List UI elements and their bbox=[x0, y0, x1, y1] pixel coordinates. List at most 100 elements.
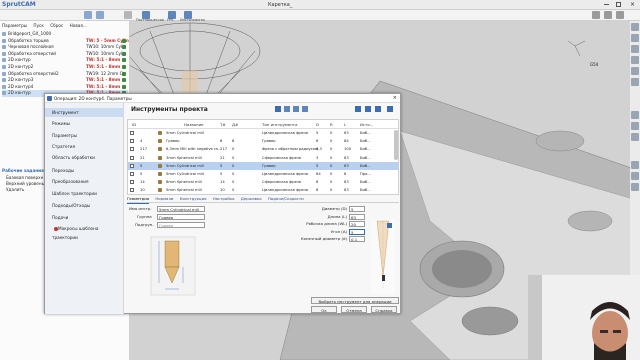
ribbon-dropdown-icon[interactable] bbox=[124, 11, 132, 19]
table-row[interactable]: 5mm Cylindrical mill Цилиндрическая фреза… bbox=[128, 129, 398, 137]
work-item-base[interactable]: Базовая поверхн bbox=[6, 175, 43, 180]
tab-setup[interactable]: Настройка bbox=[213, 195, 235, 203]
col-id[interactable]: ID bbox=[132, 120, 136, 129]
check-icon[interactable] bbox=[122, 38, 126, 43]
sidebar-item[interactable]: Инструмент bbox=[45, 108, 124, 117]
zoom-in-icon[interactable] bbox=[631, 78, 639, 86]
col-name[interactable]: Название bbox=[184, 120, 204, 129]
row-checkbox[interactable] bbox=[130, 147, 134, 152]
sidebar-item[interactable]: Макросы шаблона траектории bbox=[52, 224, 122, 240]
tab-holder[interactable]: Державка bbox=[241, 195, 262, 203]
row-checkbox[interactable] bbox=[130, 131, 134, 135]
table-settings-icon[interactable] bbox=[387, 106, 393, 112]
table-row[interactable]: 14 14 0 8mm Spherical mill Сферическая фреза… bbox=[128, 178, 398, 186]
tree-item[interactable]: Обработка торцев TW: 5 - 5mm Cylin bbox=[2, 38, 129, 45]
shading-icon[interactable] bbox=[631, 111, 639, 119]
tree-item[interactable]: 2D контур4 TW: 5:1 - 8mm bbox=[2, 84, 128, 91]
sidebar-item[interactable]: Переходы bbox=[52, 166, 122, 175]
sidebar-item[interactable]: Область обработки bbox=[52, 153, 122, 162]
close-icon[interactable]: × bbox=[630, 1, 635, 9]
check-icon[interactable] bbox=[122, 58, 126, 63]
view-front-icon[interactable] bbox=[631, 34, 639, 42]
tab-geometry[interactable]: Геометрия bbox=[127, 195, 150, 204]
table-row[interactable]: 5 5 0 5mm Cylindrical mill Гравер 5 0 63 Биб... bbox=[128, 161, 398, 170]
filter-icon[interactable] bbox=[355, 106, 361, 112]
group-select[interactable]: Гравер bbox=[157, 214, 205, 220]
row-checkbox[interactable] bbox=[130, 155, 134, 160]
new-button[interactable]: Новая... bbox=[70, 22, 87, 30]
param-input[interactable]: 0,1 bbox=[349, 236, 365, 242]
param-input[interactable]: 20 bbox=[349, 221, 365, 227]
params-button[interactable]: Параметры bbox=[2, 22, 27, 30]
add-tool-icon[interactable] bbox=[275, 106, 281, 112]
col-radius[interactable]: R bbox=[330, 120, 333, 129]
tab-feeds[interactable]: Подачи/Скорости bbox=[268, 195, 304, 203]
table-scrollbar[interactable] bbox=[394, 130, 398, 160]
check-icon[interactable] bbox=[122, 78, 126, 83]
sidebar-item[interactable]: Подходы/Отходы bbox=[52, 201, 122, 210]
gear-icon[interactable] bbox=[604, 11, 612, 19]
row-checkbox[interactable] bbox=[130, 163, 134, 168]
check-icon[interactable] bbox=[122, 71, 126, 76]
paste-tool-icon[interactable] bbox=[293, 106, 299, 112]
check-icon[interactable] bbox=[122, 45, 126, 50]
copy-tool-icon[interactable] bbox=[284, 106, 290, 112]
row-checkbox[interactable] bbox=[130, 180, 134, 185]
settings-view-icon[interactable] bbox=[631, 183, 639, 191]
sort-icon[interactable] bbox=[365, 106, 371, 112]
ok-button[interactable]: Ок bbox=[311, 306, 337, 313]
sidebar-item[interactable]: Шаблон траектории bbox=[52, 189, 122, 198]
row-checkbox[interactable] bbox=[130, 139, 134, 144]
help-icon[interactable] bbox=[616, 11, 624, 19]
tree-item[interactable]: Bridgeport_GX_1000 bbox=[2, 31, 128, 38]
window-controls[interactable]: × bbox=[600, 1, 638, 9]
subgroup-select[interactable]: Гравер bbox=[157, 222, 205, 228]
dialog-close-button[interactable]: × bbox=[393, 94, 397, 103]
param-input[interactable]: 5 bbox=[349, 228, 365, 235]
col-diameter[interactable]: D bbox=[316, 120, 319, 129]
table-row[interactable]: 5 5 0 5mm Cylindrical mill Цилиндрическая фр… bbox=[128, 170, 398, 178]
table-row[interactable]: 21 21 0 3mm Spherical mill Сферическая фреза… bbox=[128, 154, 398, 162]
col-d[interactable]: Д# bbox=[232, 120, 238, 129]
measure-icon[interactable] bbox=[631, 161, 639, 169]
minimize-icon[interactable] bbox=[604, 4, 609, 5]
tree-item[interactable]: Обработка отверстий TW10: 10mm Cylin bbox=[2, 51, 128, 58]
sidebar-item[interactable]: Стратегия bbox=[52, 142, 122, 151]
maximize-icon[interactable] bbox=[616, 2, 621, 7]
cancel-button[interactable]: Отмена bbox=[341, 306, 367, 313]
param-input[interactable]: 63 bbox=[349, 213, 365, 220]
work-item-delete[interactable]: Удалить bbox=[6, 187, 24, 192]
check-icon[interactable] bbox=[122, 65, 126, 69]
help-button[interactable]: Справка bbox=[371, 306, 397, 313]
preview-toggle-icon[interactable] bbox=[387, 223, 392, 228]
tree-item[interactable]: 2D контур3 TW: 5:1 - 8mm bbox=[2, 77, 128, 84]
ribbon-open-icon[interactable] bbox=[84, 11, 92, 19]
start-button[interactable]: Пуск bbox=[33, 22, 43, 30]
param-input[interactable]: 5 bbox=[349, 206, 365, 212]
col-source[interactable]: Исто... bbox=[360, 120, 373, 129]
tab-construction[interactable]: Конструкция bbox=[180, 195, 207, 203]
pick-tool-button[interactable]: Выбрать инструмент для операции bbox=[311, 297, 399, 304]
layers-icon[interactable] bbox=[631, 172, 639, 180]
sidebar-item[interactable]: Параметры bbox=[52, 131, 122, 140]
table-row[interactable]: 217 217 0 6,3mm Mill with negative ra... Фре… bbox=[128, 145, 398, 153]
col-length[interactable]: L bbox=[344, 120, 346, 129]
tab-normals[interactable]: Нормали bbox=[155, 195, 173, 203]
library-icon[interactable] bbox=[375, 106, 381, 112]
section-icon[interactable] bbox=[631, 133, 639, 141]
view-iso-icon[interactable] bbox=[631, 56, 639, 64]
check-icon[interactable] bbox=[122, 84, 126, 89]
view-top-icon[interactable] bbox=[631, 23, 639, 31]
sidebar-item[interactable]: Режимы bbox=[52, 119, 122, 128]
table-row[interactable]: 4 8 8 Гравер Гравер 6 0 84 Биб... bbox=[128, 137, 398, 145]
check-icon[interactable] bbox=[122, 51, 126, 56]
tool-name-input[interactable]: 5mm Cylindrical mill bbox=[157, 206, 205, 212]
row-checkbox[interactable] bbox=[130, 188, 134, 193]
table-row[interactable]: 10 10 0 5mm Spherical mill Цилиндрическая фр… bbox=[128, 186, 398, 194]
view-side-icon[interactable] bbox=[631, 45, 639, 53]
tree-item[interactable]: 2D контур TW: 5:1 - 8mm bbox=[2, 57, 128, 64]
zoom-fit-icon[interactable] bbox=[631, 67, 639, 75]
col-type[interactable]: Тип инструмента bbox=[262, 120, 297, 129]
sidebar-item[interactable]: Преобразования bbox=[52, 177, 122, 186]
tree-item[interactable]: Черновая послойная TW10: 10mm Cylin bbox=[2, 44, 128, 51]
